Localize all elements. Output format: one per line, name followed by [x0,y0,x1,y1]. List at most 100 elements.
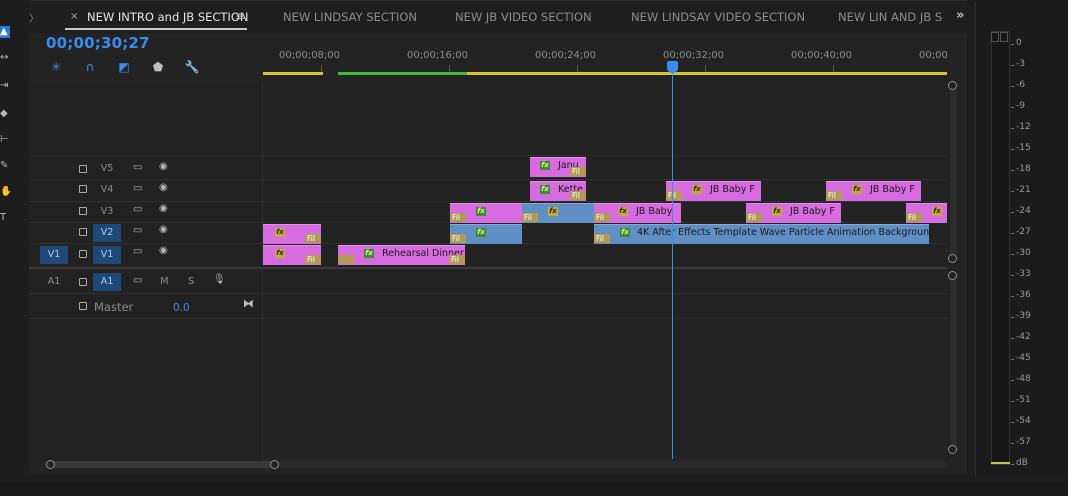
clip-v2-a[interactable]: fx Fil [263,224,321,244]
scroll-handle-bottom[interactable] [948,445,957,454]
track-separator [29,201,947,202]
track-select-tool-icon[interactable]: ↔ [0,52,10,64]
db-scale-tick [1011,107,1014,108]
clip-v2-4k-wave-particle[interactable]: Fil fx 4K After Effects Template Wave Pa… [594,224,929,244]
clip-v5-janu[interactable]: fx Janu Fil [530,157,586,177]
clip-v1-rehearsal-dinner[interactable]: fx Rehearsal Dinner Fil [338,245,465,265]
sync-lock-icon[interactable]: ▭ [133,225,142,236]
tab-new-jb-video-section[interactable]: NEW JB VIDEO SECTION [455,10,592,24]
clip-v3-a[interactable]: Fil fx [450,203,522,223]
eye-icon[interactable]: ◉ [159,224,168,235]
eye-icon[interactable]: ◉ [159,182,168,193]
tab-new-intro-and-jb-section[interactable]: NEW INTRO and JB SECTION [87,10,249,24]
tab-new-lindsay-video-section[interactable]: NEW LINDSAY VIDEO SECTION [631,10,805,24]
scroll-handle-top[interactable] [948,81,957,90]
clip-v1-a[interactable]: fx Fil [263,245,321,265]
clip-v3-jb-baby-2[interactable]: Fil fx JB Baby F [746,203,841,223]
playhead-timecode[interactable]: 00;00;30;27 [46,34,150,52]
track-separator [29,155,947,156]
track-target-v5[interactable]: V5 [93,160,121,178]
clip-v3-b[interactable]: Fil fx [522,203,594,223]
tab-close-icon[interactable]: × [70,11,78,22]
playhead-line[interactable] [672,71,673,459]
clip-v4-jb-baby-1[interactable]: Fil fx JB Baby F [666,181,761,201]
zoom-scrollbar-thumb[interactable] [49,461,277,468]
sync-lock-icon[interactable]: ▭ [133,246,142,257]
scroll-handle-bottom[interactable] [948,254,957,263]
lock-icon[interactable] [79,250,87,258]
slip-tool-icon[interactable]: ⊢ [0,134,10,146]
solo-button[interactable]: S [188,276,194,287]
mute-button[interactable]: M [160,276,169,287]
scroll-handle-top[interactable] [948,271,957,280]
lock-icon[interactable] [79,278,87,286]
more-tabs-icon[interactable]: » [956,8,964,23]
hand-tool-icon[interactable]: ✋ [0,186,10,198]
db-scale-label: -12 [1016,122,1031,132]
sync-lock-icon[interactable]: ▭ [133,204,142,215]
clip-label: JB Baby F [710,184,755,195]
pen-tool-icon[interactable]: ✎ [0,160,10,172]
lock-icon[interactable] [79,165,87,173]
eye-icon[interactable]: ◉ [159,161,168,172]
zoom-handle-right[interactable] [270,460,279,469]
lock-icon[interactable] [79,302,87,310]
fx-badge-icon: fx [618,207,628,216]
db-scale-label: -45 [1016,353,1031,363]
eye-icon[interactable]: ◉ [159,203,168,214]
tab-menu-icon[interactable]: ≡ [235,9,245,23]
clip-v4-jb-baby-2[interactable]: Fil fx JB Baby F [826,181,921,201]
db-scale-label: -6 [1016,80,1025,90]
video-tracks-scrollbar[interactable] [950,86,957,261]
ruler-label: 00;00;16;00 [407,50,469,61]
db-scale-tick [1011,170,1014,171]
panel-expand-icon[interactable]: 〉 [29,10,39,25]
db-scale-tick [1011,338,1014,339]
type-tool-icon[interactable]: T [0,212,10,224]
clip-v3-jb-baby-1[interactable]: Fil fx JB Baby [594,203,681,223]
db-scale-tick [1011,422,1014,423]
wrench-icon[interactable]: 🔧 [184,59,200,75]
audio-tracks-scrollbar[interactable] [950,276,957,451]
linked-selection-icon[interactable]: ◩ [116,59,132,75]
bowtie-icon[interactable]: ⧓ [243,297,254,310]
clip-v3-e[interactable]: Fil fx [906,203,947,223]
clip-thumbnail-label: Fil [906,213,922,222]
db-scale-label: 0 [1016,38,1022,48]
source-patch-v1[interactable]: V1 [40,246,68,264]
clip-v4-kette[interactable]: fx Kette Fil [530,181,586,201]
snap-icon[interactable]: ✳ [48,59,64,75]
sync-lock-icon[interactable]: ▭ [133,275,142,286]
tab-new-lin-and-jb-section[interactable]: NEW LIN AND JB S [838,10,942,24]
eye-icon[interactable]: ◉ [159,245,168,256]
tools-panel: ▲ ↔ ⇥ ◆ ⊢ ✎ ✋ T [0,0,12,240]
ripple-edit-tool-icon[interactable]: ⇥ [0,80,10,92]
tab-new-lindsay-section[interactable]: NEW LINDSAY SECTION [283,10,417,24]
db-scale-tick [1011,65,1014,66]
master-volume-value[interactable]: 0.0 [173,302,190,314]
source-patch-a1[interactable]: A1 [40,273,68,291]
peak-indicator[interactable] [1000,32,1008,42]
db-scale-label: dB [1016,458,1028,468]
sync-lock-icon[interactable]: ▭ [133,162,142,173]
track-target-v4[interactable]: V4 [93,181,121,199]
peak-indicator[interactable] [991,32,999,42]
track-target-v1[interactable]: V1 [93,246,121,264]
lock-icon[interactable] [79,228,87,236]
track-target-v2[interactable]: V2 [93,224,121,242]
lock-icon[interactable] [79,185,87,193]
render-bar-yellow [467,72,947,75]
magnet-icon[interactable]: ∩ [82,59,98,75]
track-target-v3[interactable]: V3 [93,203,121,221]
lock-icon[interactable] [79,207,87,215]
add-marker-icon[interactable]: ⬟ [150,59,166,75]
microphone-icon[interactable]: 🎙 [213,274,226,285]
zoom-handle-left[interactable] [46,460,55,469]
razor-tool-icon[interactable]: ◆ [0,108,10,120]
track-target-a1[interactable]: A1 [93,273,121,291]
clip-v2-b[interactable]: Fil fx [450,224,522,244]
sync-lock-icon[interactable]: ▭ [133,183,142,194]
db-scale-label: -3 [1016,59,1025,69]
selection-tool-icon[interactable]: ▲ [0,26,10,38]
clip-label: JB Baby [636,206,673,217]
